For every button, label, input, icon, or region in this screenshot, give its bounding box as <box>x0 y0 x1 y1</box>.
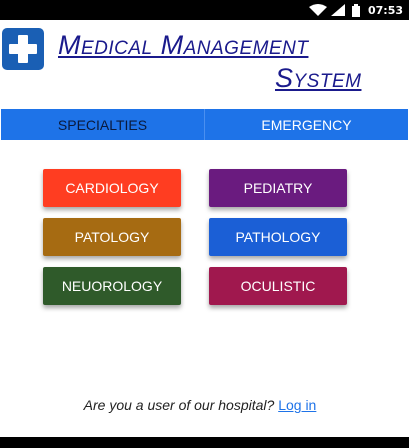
oculistic-button[interactable]: OCULISTIC <box>209 267 347 305</box>
tab-emergency[interactable]: EMERGENCY <box>205 109 408 140</box>
cardiology-button[interactable]: CARDIOLOGY <box>43 169 181 207</box>
pediatry-button[interactable]: PEDIATRY <box>209 169 347 207</box>
login-link[interactable]: Log in <box>278 397 316 413</box>
navigation-bar <box>0 437 409 448</box>
neuorology-button[interactable]: NEUOROLOGY <box>43 267 181 305</box>
login-prompt-text: Are you a user of our hospital? <box>83 397 275 413</box>
medical-cross-icon <box>9 35 37 63</box>
signal-icon <box>331 4 345 16</box>
patology-button[interactable]: PATOLOGY <box>43 218 181 256</box>
login-prompt: Are you a user of our hospital? Log in <box>0 397 400 413</box>
pathology-button[interactable]: PATHOLOGY <box>209 218 347 256</box>
tab-bar: SPECIALTIES EMERGENCY <box>1 109 408 140</box>
status-bar: 07:53 <box>0 0 409 20</box>
status-time: 07:53 <box>367 4 403 17</box>
page-title-line1: Medical Management <box>58 30 309 60</box>
tab-specialties[interactable]: SPECIALTIES <box>1 109 205 140</box>
logo <box>2 28 44 70</box>
page-title-line2: System <box>275 63 362 93</box>
wifi-icon <box>309 4 327 16</box>
battery-icon <box>352 4 360 17</box>
